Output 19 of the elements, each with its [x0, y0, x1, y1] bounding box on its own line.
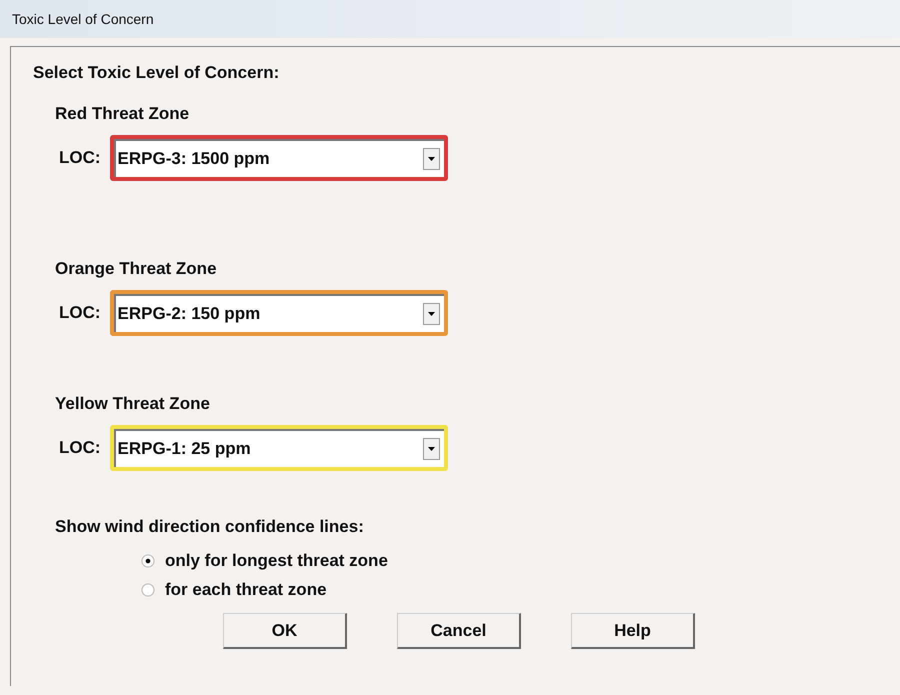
dialog-button[interactable]: Help: [571, 613, 695, 649]
loc-dropdown[interactable]: ERPG-3: 1500 ppm: [114, 139, 444, 177]
confidence-lines-label: Show wind direction confidence lines:: [55, 517, 365, 537]
field-label: LOC:: [59, 148, 101, 168]
zone-label: Orange Threat Zone: [55, 259, 218, 279]
dialog-button[interactable]: Cancel: [397, 613, 521, 649]
field-label: LOC:: [59, 303, 101, 323]
dialog-heading: Select Toxic Level of Concern:: [33, 63, 280, 83]
dialog-button[interactable]: OK: [223, 613, 347, 649]
loc-dropdown[interactable]: ERPG-2: 150 ppm: [114, 294, 444, 332]
zone-label: Yellow Threat Zone: [55, 394, 211, 414]
radio-label[interactable]: for each threat zone: [165, 580, 327, 600]
radio-button[interactable]: [141, 554, 155, 568]
zone-label: Red Threat Zone: [55, 104, 190, 124]
radio-label[interactable]: only for longest threat zone: [165, 551, 388, 571]
field-label: LOC:: [59, 438, 101, 458]
radio-button[interactable]: [141, 583, 155, 597]
loc-dropdown[interactable]: ERPG-1: 25 ppm: [114, 429, 444, 467]
window-title: Toxic Level of Concern: [12, 11, 154, 27]
